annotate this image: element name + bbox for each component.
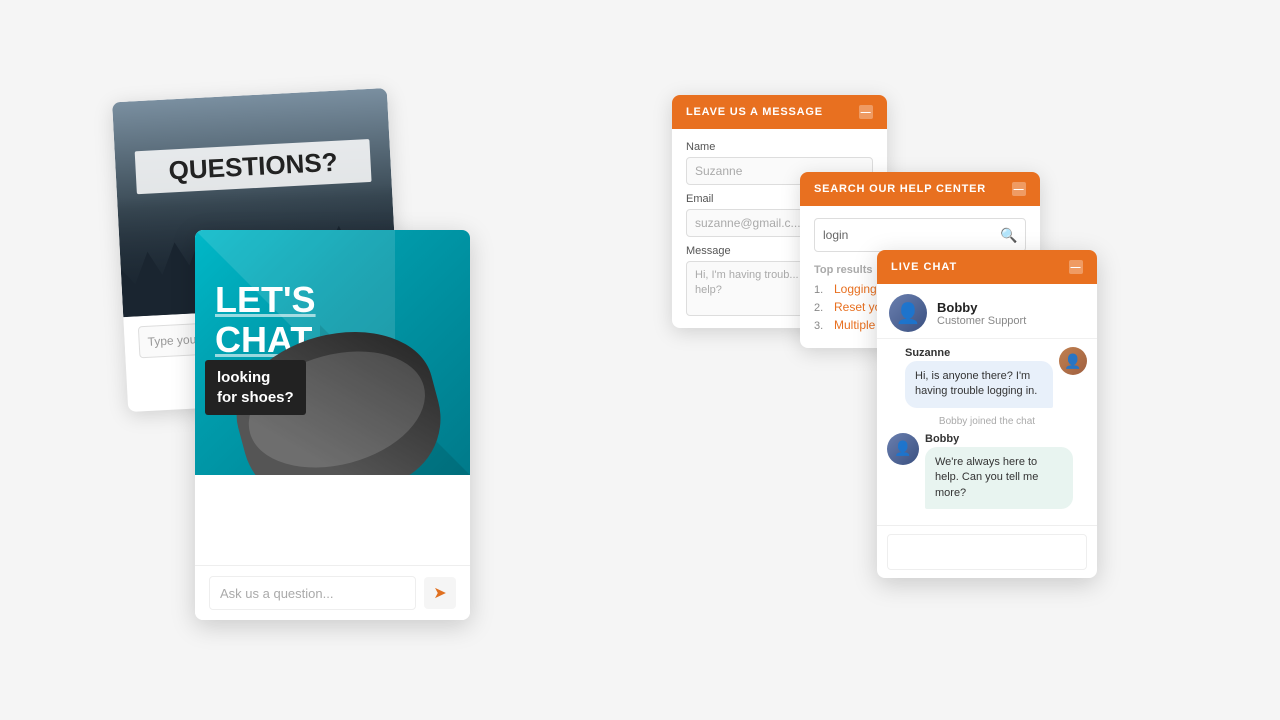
shoes-label: looking for shoes?: [205, 360, 306, 415]
name-label: Name: [686, 141, 873, 153]
bobby-name: Bobby: [925, 433, 1073, 445]
agent-role: Customer Support: [937, 315, 1026, 327]
live-chat-header: LIVE CHAT —: [877, 250, 1097, 284]
live-chat-title: LIVE CHAT: [891, 261, 957, 273]
chat-question-input[interactable]: Ask us a question...: [209, 576, 416, 610]
search-icon[interactable]: 🔍: [993, 219, 1025, 251]
chat-input-area: Ask us a question... ➤: [195, 565, 470, 620]
leave-message-minimize[interactable]: —: [859, 105, 873, 119]
suzanne-avatar: 👤: [1059, 347, 1087, 375]
questions-title: QUESTIONS?: [135, 139, 372, 194]
live-chat-widget: LIVE CHAT — 👤 Bobby Customer Support 👤 S…: [877, 250, 1097, 578]
suzanne-name: Suzanne: [905, 347, 1053, 359]
leave-message-title: LEAVE US A MESSAGE: [686, 106, 823, 118]
bobby-avatar-small: 👤: [887, 433, 919, 465]
help-center-minimize[interactable]: —: [1012, 182, 1026, 196]
suzanne-bubble: Hi, is anyone there? I'm having trouble …: [905, 361, 1053, 408]
agent-avatar: 👤: [889, 294, 927, 332]
chat-messages: 👤 Suzanne Hi, is anyone there? I'm havin…: [877, 339, 1097, 525]
help-center-header: SEARCH OUR HELP CENTER —: [800, 172, 1040, 206]
live-chat-minimize[interactable]: —: [1069, 260, 1083, 274]
help-center-title: SEARCH OUR HELP CENTER: [814, 183, 986, 195]
search-input[interactable]: login: [815, 222, 993, 248]
search-row: login 🔍: [814, 218, 1026, 252]
message-bobby: 👤 Bobby We're always here to help. Can y…: [887, 433, 1087, 509]
send-button[interactable]: ➤: [424, 577, 456, 609]
chat-type-input[interactable]: [887, 534, 1087, 570]
leave-message-header: LEAVE US A MESSAGE —: [672, 95, 887, 129]
chat-hero: LET'S CHAT. looking for shoes?: [195, 230, 470, 475]
system-message: Bobby joined the chat: [887, 416, 1087, 427]
lets-chat-card: LET'S CHAT. looking for shoes? Ask us a …: [195, 230, 470, 620]
chat-input-container: [877, 525, 1097, 578]
message-suzanne: 👤 Suzanne Hi, is anyone there? I'm havin…: [887, 347, 1087, 408]
agent-name: Bobby: [937, 300, 1026, 315]
bobby-bubble: We're always here to help. Can you tell …: [925, 447, 1073, 509]
agent-row: 👤 Bobby Customer Support: [877, 284, 1097, 339]
